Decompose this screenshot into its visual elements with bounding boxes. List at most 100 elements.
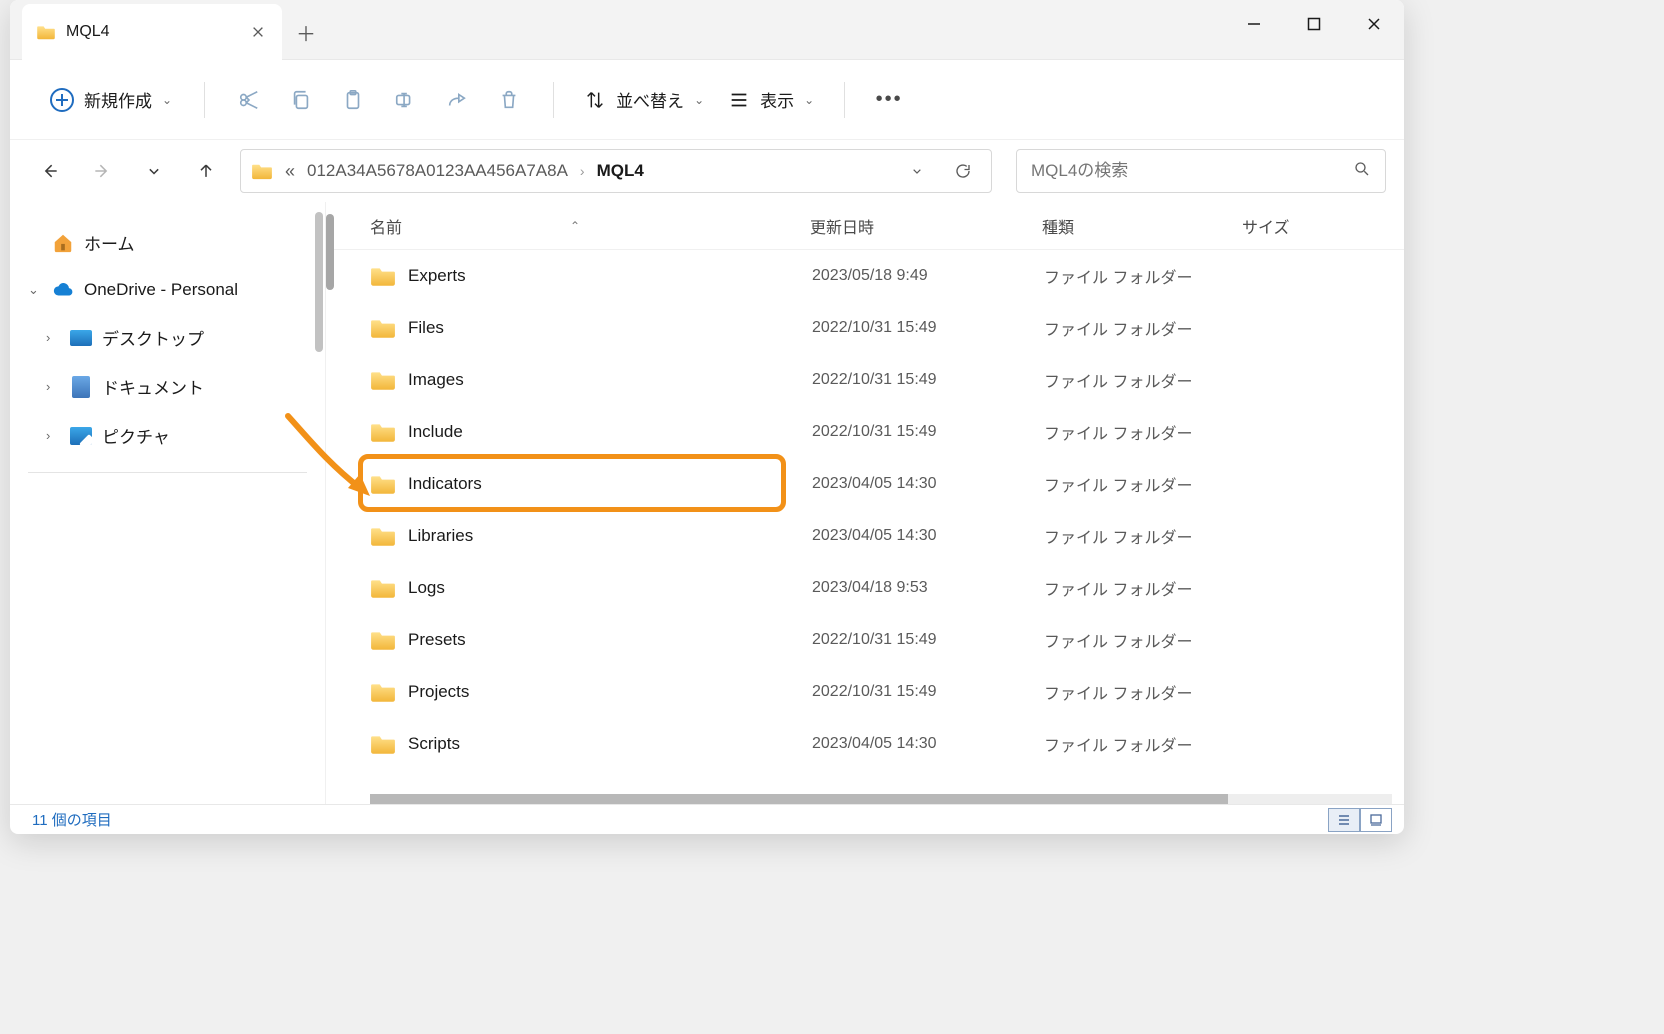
new-tab-button[interactable]: ＋	[282, 4, 330, 60]
toolbar: 新規作成 ⌄ 並べ替え ⌄ 表示 ⌄ •••	[10, 60, 1404, 140]
sidebar-item-home[interactable]: ホーム	[22, 220, 313, 265]
row-name: Indicators	[408, 474, 812, 494]
sidebar-item-documents[interactable]: › ドキュメント	[22, 364, 313, 409]
table-row[interactable]: Experts2023/05/18 9:49ファイル フォルダー	[326, 250, 1404, 302]
up-button[interactable]	[184, 149, 228, 193]
sidebar-item-label: ピクチャ	[102, 423, 170, 448]
table-row[interactable]: Images2022/10/31 15:49ファイル フォルダー	[326, 354, 1404, 406]
table-row[interactable]: Projects2022/10/31 15:49ファイル フォルダー	[326, 666, 1404, 718]
chevron-down-icon	[909, 163, 925, 179]
chevron-right-icon: ›	[46, 330, 50, 345]
close-window-button[interactable]	[1344, 0, 1404, 48]
row-date: 2023/04/05 14:30	[812, 735, 1044, 753]
sidebar-item-label: デスクトップ	[102, 325, 204, 350]
forward-button[interactable]	[80, 149, 124, 193]
delete-button[interactable]	[485, 76, 533, 124]
explorer-window: MQL4 ＋ 新規作成 ⌄ 並べ替え ⌄	[10, 0, 1404, 834]
chevron-right-icon: ›	[46, 428, 50, 443]
row-type: ファイル フォルダー	[1044, 732, 1244, 756]
row-name: Presets	[408, 630, 812, 650]
table-row[interactable]: Libraries2023/04/05 14:30ファイル フォルダー	[326, 510, 1404, 562]
row-name: Logs	[408, 578, 812, 598]
more-button[interactable]: •••	[865, 76, 913, 124]
close-tab-button[interactable]	[240, 14, 276, 50]
sidebar-scrollbar[interactable]	[315, 212, 323, 352]
address-history-button[interactable]	[899, 153, 935, 189]
rename-button[interactable]	[381, 76, 429, 124]
chevron-right-icon: ›	[46, 379, 50, 394]
chevron-right-icon: ›	[578, 163, 587, 179]
path-segment[interactable]: 012A34A5678A0123AA456A7A8A	[307, 161, 568, 181]
desktop-icon	[70, 330, 92, 346]
row-name: Images	[408, 370, 812, 390]
row-date: 2023/04/05 14:30	[812, 527, 1044, 545]
row-name: Experts	[408, 266, 812, 286]
tab-active[interactable]: MQL4	[22, 4, 282, 60]
folder-icon	[251, 162, 273, 180]
refresh-button[interactable]	[945, 153, 981, 189]
share-button[interactable]	[433, 76, 481, 124]
rename-icon	[394, 89, 416, 111]
copy-button[interactable]	[277, 76, 325, 124]
table-row[interactable]: Presets2022/10/31 15:49ファイル フォルダー	[326, 614, 1404, 666]
sidebar-item-label: OneDrive - Personal	[84, 280, 238, 300]
recent-button[interactable]	[132, 149, 176, 193]
thumbnail-view-button[interactable]	[1360, 808, 1392, 832]
row-date: 2022/10/31 15:49	[812, 683, 1044, 701]
path-overflow[interactable]: «	[283, 161, 297, 182]
table-row[interactable]: Files2022/10/31 15:49ファイル フォルダー	[326, 302, 1404, 354]
item-count: 11 個の項目	[32, 809, 112, 830]
minimize-button[interactable]	[1224, 0, 1284, 48]
divider	[28, 472, 307, 473]
search-input[interactable]	[1031, 161, 1353, 181]
search-box[interactable]	[1016, 149, 1386, 193]
new-label: 新規作成	[84, 87, 152, 112]
arrow-up-icon	[196, 161, 216, 181]
row-type: ファイル フォルダー	[1044, 316, 1244, 340]
table-row[interactable]: Indicators2023/04/05 14:30ファイル フォルダー	[326, 458, 1404, 510]
sidebar-item-onedrive[interactable]: ⌄ OneDrive - Personal	[22, 269, 313, 311]
row-date: 2022/10/31 15:49	[812, 319, 1044, 337]
column-headers: 名前⌃ 更新日時 種類 サイズ	[326, 202, 1404, 250]
maximize-button[interactable]	[1284, 0, 1344, 48]
chevron-down-icon: ⌄	[28, 282, 39, 298]
row-type: ファイル フォルダー	[1044, 264, 1244, 288]
column-size[interactable]: サイズ	[1242, 214, 1404, 238]
row-name: Projects	[408, 682, 812, 702]
new-button[interactable]: 新規作成 ⌄	[38, 79, 184, 120]
column-name[interactable]: 名前⌃	[370, 214, 810, 238]
path-segment-current[interactable]: MQL4	[597, 161, 644, 181]
back-button[interactable]	[28, 149, 72, 193]
address-bar[interactable]: « 012A34A5678A0123AA456A7A8A › MQL4	[240, 149, 992, 193]
sort-button[interactable]: 並べ替え ⌄	[574, 79, 714, 120]
row-name: Scripts	[408, 734, 812, 754]
folder-icon	[36, 24, 56, 40]
table-row[interactable]: Include2022/10/31 15:49ファイル フォルダー	[326, 406, 1404, 458]
sidebar-item-pictures[interactable]: › ピクチャ	[22, 413, 313, 458]
clipboard-icon	[342, 89, 364, 111]
details-view-button[interactable]	[1328, 808, 1360, 832]
column-type[interactable]: 種類	[1042, 214, 1242, 238]
arrow-left-icon	[40, 161, 60, 181]
table-row[interactable]: Logs2023/04/18 9:53ファイル フォルダー	[326, 562, 1404, 614]
row-type: ファイル フォルダー	[1044, 368, 1244, 392]
sidebar-item-label: ドキュメント	[102, 374, 204, 399]
view-toggle	[1328, 808, 1392, 832]
sidebar-item-desktop[interactable]: › デスクトップ	[22, 315, 313, 360]
refresh-icon	[954, 162, 972, 180]
folder-icon	[370, 473, 396, 495]
view-label: 表示	[760, 87, 794, 112]
share-icon	[446, 89, 468, 111]
paste-button[interactable]	[329, 76, 377, 124]
cut-button[interactable]	[225, 76, 273, 124]
plus-icon: ＋	[296, 18, 316, 47]
window-controls	[1224, 0, 1404, 59]
column-date[interactable]: 更新日時	[810, 214, 1042, 238]
view-button[interactable]: 表示 ⌄	[718, 79, 824, 120]
plus-circle-icon	[50, 88, 74, 112]
table-row[interactable]: Scripts2023/04/05 14:30ファイル フォルダー	[326, 718, 1404, 770]
status-bar: 11 個の項目	[10, 804, 1404, 834]
document-icon	[72, 376, 90, 398]
folder-icon	[370, 265, 396, 287]
horizontal-scrollbar[interactable]	[370, 794, 1392, 804]
